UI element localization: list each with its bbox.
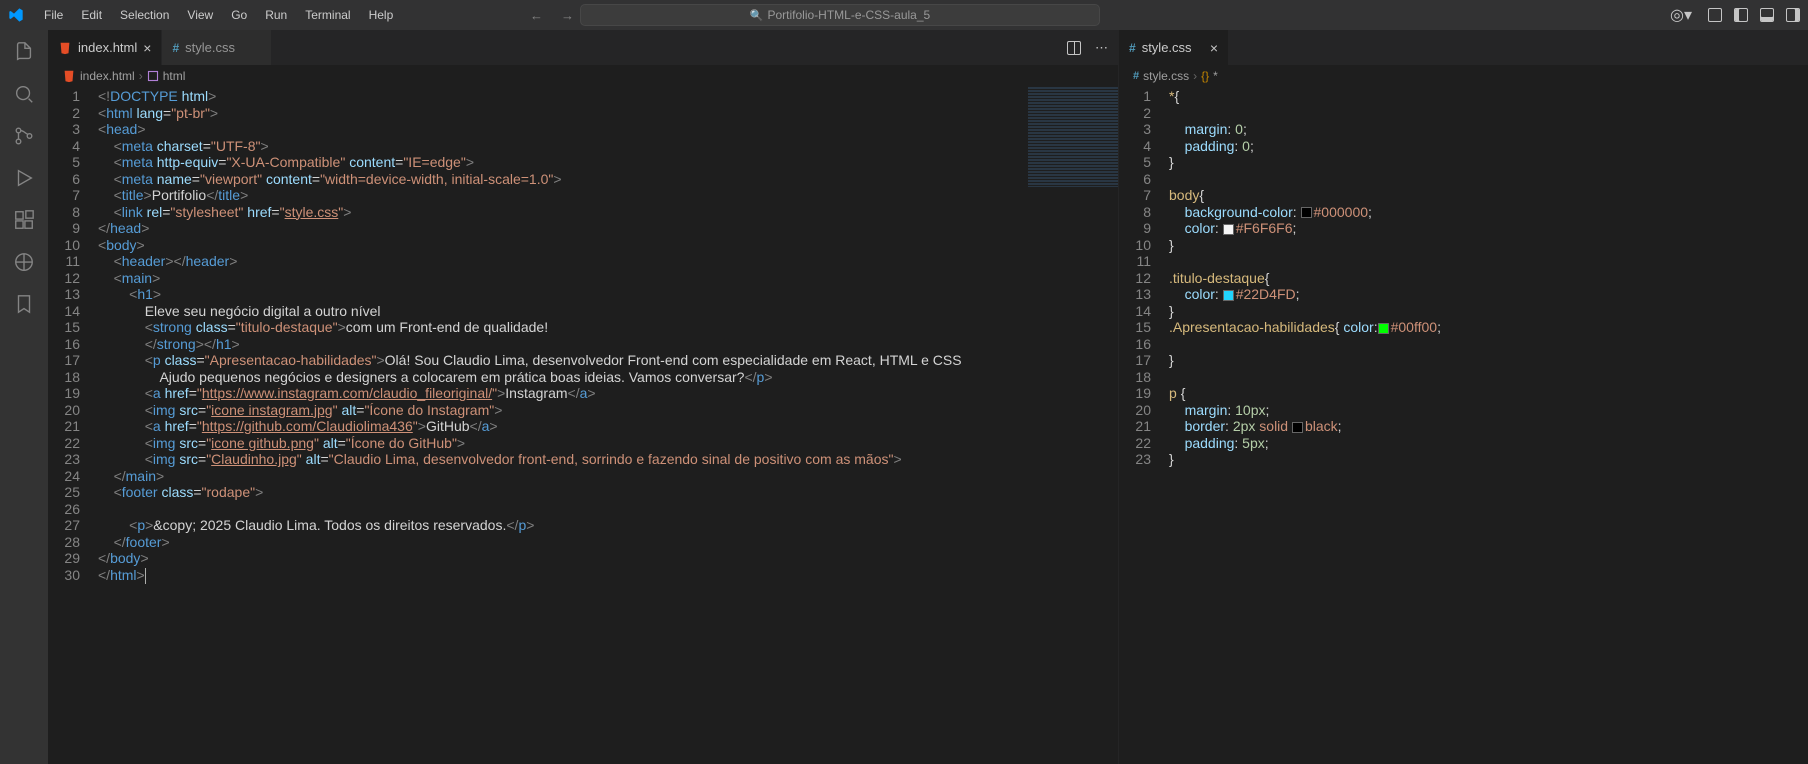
nav-forward-icon[interactable]: → [561, 8, 574, 23]
breadcrumb-symbol: html [163, 69, 186, 83]
explorer-icon[interactable] [12, 40, 36, 64]
left-breadcrumb[interactable]: index.html › html [48, 65, 1118, 87]
split-editor-icon[interactable] [1067, 41, 1081, 55]
remote-icon[interactable] [12, 250, 36, 274]
layout-grid-icon[interactable] [1708, 8, 1722, 22]
layout-sidebar-left-icon[interactable] [1734, 8, 1748, 22]
activity-bar [0, 30, 48, 764]
layout-sidebar-right-icon[interactable] [1786, 8, 1800, 22]
close-icon[interactable]: × [1210, 40, 1218, 56]
left-editor-group: index.html × #style.css ⋯ index.html › htm… [48, 30, 1118, 764]
breadcrumb-symbol: * [1213, 69, 1218, 83]
source-control-icon[interactable] [12, 124, 36, 148]
menu-view[interactable]: View [179, 4, 221, 26]
tab-style-css[interactable]: #style.css [162, 30, 272, 65]
tab-label: style.css [1142, 40, 1192, 55]
menu-file[interactable]: File [36, 4, 71, 26]
right-code-content[interactable]: *{ margin: 0; padding: 0;} body{ backgro… [1169, 87, 1808, 764]
tab-label: index.html [78, 40, 137, 55]
left-tabs: index.html × #style.css ⋯ [48, 30, 1118, 65]
right-code-area[interactable]: 1234567891011121314151617181920212223 *{… [1119, 87, 1808, 764]
search-text: Portifolio-HTML-e-CSS-aula_5 [767, 8, 930, 22]
more-actions-icon[interactable]: ⋯ [1095, 40, 1108, 56]
menu-run[interactable]: Run [257, 4, 295, 26]
html-file-icon [62, 69, 76, 83]
run-debug-icon[interactable] [12, 166, 36, 190]
menu-terminal[interactable]: Terminal [297, 4, 358, 26]
tab-label: style.css [185, 40, 235, 55]
nav-arrows: ← → [530, 8, 574, 23]
menu-edit[interactable]: Edit [73, 4, 110, 26]
command-center-search[interactable]: 🔍 Portifolio-HTML-e-CSS-aula_5 [580, 4, 1100, 26]
title-right-controls: ◎▾ [1670, 5, 1800, 25]
copilot-icon[interactable]: ◎▾ [1670, 5, 1692, 25]
right-breadcrumb[interactable]: # style.css › {} * [1119, 65, 1808, 87]
layout-panel-bottom-icon[interactable] [1760, 8, 1774, 22]
css-file-icon: # [1133, 70, 1139, 82]
right-editor-group: # style.css × # style.css › {} * 123456789… [1118, 30, 1808, 764]
menu-go[interactable]: Go [223, 4, 255, 26]
extensions-icon[interactable] [12, 208, 36, 232]
symbol-bracket-icon: {} [1201, 69, 1209, 83]
title-bar: FileEditSelectionViewGoRunTerminalHelp ←… [0, 0, 1808, 30]
close-icon[interactable]: × [143, 40, 151, 56]
right-gutter: 1234567891011121314151617181920212223 [1119, 87, 1169, 764]
bookmark-icon[interactable] [12, 292, 36, 316]
search-icon[interactable] [12, 82, 36, 106]
left-gutter: 1234567891011121314151617181920212223242… [48, 87, 98, 764]
left-code-content[interactable]: <!DOCTYPE html><html lang="pt-br"><head>… [98, 87, 1118, 764]
symbol-icon [147, 70, 159, 82]
menu-bar: FileEditSelectionViewGoRunTerminalHelp [36, 4, 401, 26]
breadcrumb-file: style.css [1143, 69, 1189, 83]
menu-selection[interactable]: Selection [112, 4, 177, 26]
menu-help[interactable]: Help [361, 4, 402, 26]
tab-index-html[interactable]: index.html × [48, 30, 162, 65]
left-tab-actions: ⋯ [1057, 30, 1118, 65]
vscode-icon [8, 7, 24, 23]
left-code-area[interactable]: 1234567891011121314151617181920212223242… [48, 87, 1118, 764]
breadcrumb-file: index.html [80, 69, 135, 83]
minimap[interactable] [1028, 87, 1118, 187]
tab-style-css[interactable]: #style.css× [1119, 30, 1229, 65]
right-tabs: #style.css× [1119, 30, 1808, 65]
search-icon: 🔍 [750, 9, 764, 22]
nav-back-icon[interactable]: ← [530, 8, 543, 23]
